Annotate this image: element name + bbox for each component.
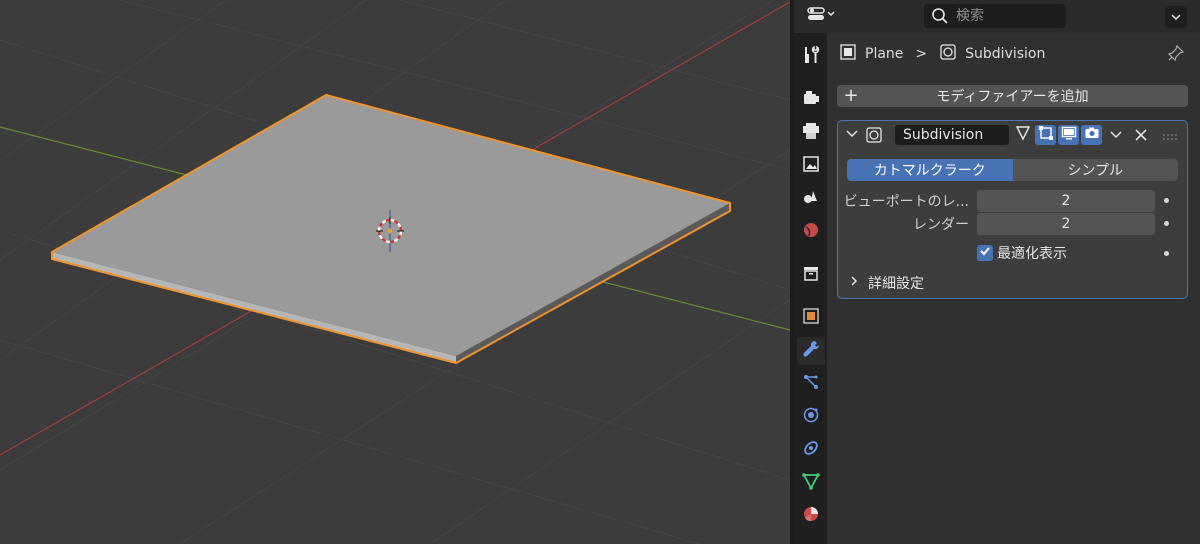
chevron-down-icon bbox=[1170, 9, 1182, 25]
search-icon bbox=[930, 6, 950, 26]
close-icon[interactable] bbox=[1134, 128, 1148, 146]
box-icon bbox=[801, 263, 821, 287]
editor-type-button[interactable] bbox=[803, 5, 841, 27]
tab-output[interactable] bbox=[797, 119, 825, 147]
optimal-display-checkbox[interactable] bbox=[977, 245, 993, 261]
modifier-header[interactable]: Subdivision bbox=[838, 121, 1187, 149]
options-dropdown-button[interactable] bbox=[1165, 6, 1187, 28]
properties-editor: Plane > Subdivision + モディファイアーを追加 Subdiv… bbox=[794, 0, 1200, 544]
tab-render[interactable] bbox=[797, 86, 825, 114]
viewport-levels-label: ビューポートのレ... bbox=[843, 194, 969, 210]
vertex-triangle-icon bbox=[1015, 125, 1031, 145]
modifier-icon bbox=[865, 126, 883, 148]
camera-back-icon bbox=[801, 88, 821, 112]
tab-scene[interactable] bbox=[797, 185, 825, 213]
advanced-label: 詳細設定 bbox=[868, 276, 924, 292]
tab-material[interactable] bbox=[797, 502, 825, 530]
advanced-subpanel-header[interactable]: 詳細設定 bbox=[848, 272, 924, 294]
search-input[interactable] bbox=[954, 7, 1058, 25]
viewport-levels-keyframe-dot[interactable] bbox=[1164, 198, 1169, 203]
edit-mode-toggle[interactable] bbox=[1035, 125, 1056, 145]
breadcrumb-modifier: Subdivision bbox=[965, 46, 1046, 62]
properties-tabs bbox=[794, 33, 827, 544]
tab-constraints[interactable] bbox=[797, 436, 825, 464]
camera-icon bbox=[1084, 125, 1100, 145]
tab-world[interactable] bbox=[797, 218, 825, 246]
world-icon bbox=[801, 220, 821, 244]
printer-icon bbox=[801, 121, 821, 145]
object-icon bbox=[839, 43, 857, 65]
tab-data[interactable] bbox=[797, 469, 825, 497]
edit-mode-icon bbox=[1038, 125, 1054, 145]
tab-collection[interactable] bbox=[797, 261, 825, 289]
add-modifier-button[interactable]: + モディファイアーを追加 bbox=[837, 85, 1188, 107]
tab-physics[interactable] bbox=[797, 403, 825, 431]
wrench-icon bbox=[801, 339, 821, 363]
optimal-display-keyframe-dot[interactable] bbox=[1164, 251, 1169, 256]
tab-view-layer[interactable] bbox=[797, 152, 825, 180]
checkmark-icon bbox=[979, 245, 991, 261]
modifier-type-icon bbox=[939, 43, 957, 65]
particles-icon bbox=[801, 372, 821, 396]
viewport-levels-field[interactable]: 2 bbox=[977, 190, 1155, 212]
breadcrumb: Plane > Subdivision bbox=[839, 43, 1045, 65]
tab-object[interactable] bbox=[797, 304, 825, 332]
properties-content: Plane > Subdivision + モディファイアーを追加 Subdiv… bbox=[827, 33, 1200, 544]
monitor-icon bbox=[1061, 125, 1077, 145]
edit-cage-toggle[interactable] bbox=[1012, 125, 1033, 145]
optimal-display-label: 最適化表示 bbox=[997, 246, 1067, 262]
viewport-canvas[interactable] bbox=[0, 0, 790, 544]
plus-icon: + bbox=[843, 85, 859, 106]
plane-object[interactable] bbox=[51, 94, 731, 364]
render-levels-label: レンダー bbox=[913, 217, 969, 233]
image-icon bbox=[801, 154, 821, 178]
method-catmull-clark-button[interactable]: カトマルクラーク bbox=[847, 159, 1013, 181]
orange-square-icon bbox=[801, 306, 821, 330]
render-toggle[interactable] bbox=[1081, 125, 1102, 145]
physics-icon bbox=[801, 405, 821, 429]
render-levels-field[interactable]: 2 bbox=[977, 213, 1155, 235]
properties-editor-icon bbox=[806, 6, 838, 26]
green-triangle-icon bbox=[801, 471, 821, 495]
constraint-icon bbox=[801, 438, 821, 462]
collapse-chevron-icon[interactable] bbox=[845, 127, 859, 145]
subdivision-modifier-panel: Subdivision カトマルクラーク シンプル ビューポートのレ... 2 … bbox=[837, 120, 1188, 299]
pin-icon[interactable] bbox=[1167, 44, 1185, 66]
search-field[interactable] bbox=[924, 4, 1066, 28]
material-sphere-icon bbox=[801, 504, 821, 528]
tab-tool[interactable] bbox=[797, 43, 825, 71]
method-simple-button[interactable]: シンプル bbox=[1012, 159, 1178, 181]
viewport-display-toggle[interactable] bbox=[1058, 125, 1079, 145]
dropdown-chevron-icon[interactable] bbox=[1109, 128, 1123, 146]
render-levels-keyframe-dot[interactable] bbox=[1164, 221, 1169, 226]
add-modifier-label: モディファイアーを追加 bbox=[936, 89, 1089, 105]
breadcrumb-separator: > bbox=[915, 46, 928, 62]
chevron-right-icon bbox=[848, 275, 860, 291]
3d-viewport[interactable] bbox=[0, 0, 790, 544]
tab-modifiers[interactable] bbox=[797, 337, 825, 365]
modifier-name-field[interactable]: Subdivision bbox=[895, 125, 1009, 145]
wrench-screwdriver-icon bbox=[801, 45, 821, 69]
breadcrumb-object: Plane bbox=[865, 46, 904, 62]
scene-icon bbox=[801, 187, 821, 211]
drag-handle-icon[interactable] bbox=[1162, 130, 1178, 146]
properties-header bbox=[794, 0, 1200, 33]
tab-particles[interactable] bbox=[797, 370, 825, 398]
subdivision-method-selector: カトマルクラーク シンプル bbox=[847, 159, 1178, 181]
